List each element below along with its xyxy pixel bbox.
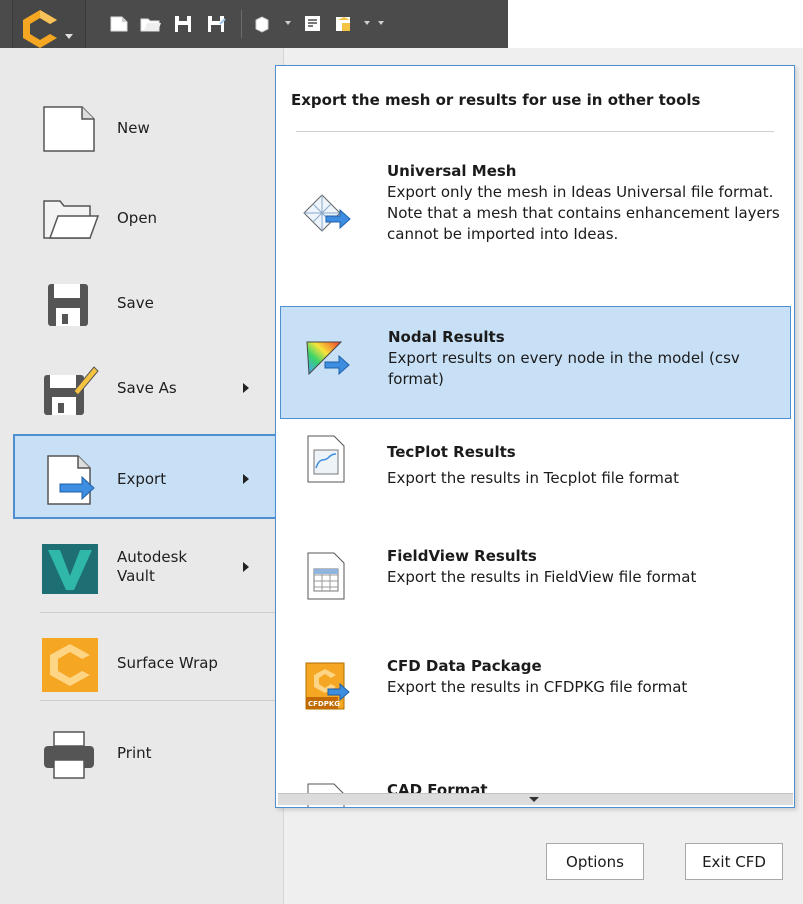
menu-item-new[interactable]: New xyxy=(0,85,283,170)
select-icon[interactable] xyxy=(301,12,325,36)
nodal-results-icon xyxy=(306,341,350,376)
tecplot-icon xyxy=(307,435,345,483)
customize-icon[interactable] xyxy=(378,21,384,25)
floppy-disk-icon xyxy=(48,284,88,326)
application-window: New Open Save Save As Export Autodesk Va… xyxy=(0,0,803,904)
printer-icon xyxy=(44,731,94,779)
quick-access-toolbar xyxy=(0,0,508,90)
cfdpkg-icon: CFDPKG xyxy=(305,662,350,710)
display-icon[interactable] xyxy=(332,12,356,36)
file-menu: New Open Save Save As Export Autodesk Va… xyxy=(0,48,283,904)
export-item-title: CFD Data Package xyxy=(387,657,542,675)
flyout-divider xyxy=(296,131,774,132)
export-universal-mesh[interactable]: Universal Mesh Export only the mesh in I… xyxy=(280,146,791,286)
exit-cfd-button[interactable]: Exit CFD xyxy=(685,843,783,880)
menu-item-autodesk-vault[interactable]: Autodesk Vault xyxy=(0,524,283,609)
cfdpkg-icon-text: CFDPKG xyxy=(308,700,340,708)
export-item-description: Export only the mesh in Ideas Universal … xyxy=(387,183,780,243)
export-item-description: Export the results in CFDPKG file format xyxy=(387,678,688,696)
menu-item-label: Print xyxy=(117,743,152,762)
export-item-description: Export results on every node in the mode… xyxy=(388,349,740,388)
menu-item-save[interactable]: Save xyxy=(0,260,283,345)
menu-item-export[interactable]: Export xyxy=(13,434,283,519)
folder-icon xyxy=(43,200,100,239)
options-button[interactable]: Options xyxy=(546,843,644,880)
toolbar-separator xyxy=(241,10,242,38)
submenu-arrow-icon xyxy=(243,383,249,393)
flyout-scroll-down[interactable] xyxy=(278,793,793,805)
app-menu-caret-icon xyxy=(65,34,73,39)
new-icon[interactable] xyxy=(107,12,131,36)
cfd-logo-icon xyxy=(42,638,98,692)
new-document-icon xyxy=(43,106,95,152)
menu-item-label: Export xyxy=(117,469,167,488)
export-item-text: Nodal Results Export results on every no… xyxy=(388,327,780,390)
menu-item-print[interactable]: Print xyxy=(0,710,283,795)
menu-item-label: Autodesk Vault xyxy=(117,547,188,585)
mesh-export-icon xyxy=(303,194,351,232)
export-item-description: Export the results in FieldView file for… xyxy=(387,568,697,586)
display-dropdown-icon[interactable] xyxy=(364,21,370,25)
export-item-text: TecPlot Results Export the results in Te… xyxy=(387,442,781,489)
menu-divider xyxy=(40,612,283,613)
fieldview-icon xyxy=(307,552,345,600)
save-as-icon xyxy=(44,366,99,415)
save-as-icon[interactable] xyxy=(204,12,228,36)
scroll-down-arrow-icon xyxy=(529,797,539,802)
menu-item-save-as[interactable]: Save As xyxy=(0,345,283,430)
export-item-description: Export the results in Tecplot file forma… xyxy=(387,469,679,487)
export-item-title: Nodal Results xyxy=(388,328,505,346)
open-icon[interactable] xyxy=(138,12,162,36)
export-item-text: FieldView Results Export the results in … xyxy=(387,546,781,588)
export-cfd-data-package[interactable]: CFDPKG CFD Data Package Export the resul… xyxy=(280,641,791,741)
view-cube-icon[interactable] xyxy=(250,12,274,36)
export-tecplot-results[interactable]: TecPlot Results Export the results in Te… xyxy=(280,424,791,524)
menu-item-surface-wrap[interactable]: Surface Wrap xyxy=(0,620,283,705)
export-item-title: TecPlot Results xyxy=(387,443,516,461)
menu-item-label: Save xyxy=(117,293,154,312)
cfd-logo-icon xyxy=(23,10,57,48)
export-item-text: CFD Data Package Export the results in C… xyxy=(387,656,781,698)
menu-divider xyxy=(40,700,283,701)
save-icon[interactable] xyxy=(171,12,195,36)
submenu-arrow-icon xyxy=(243,562,249,572)
menu-item-label: New xyxy=(117,118,150,137)
menu-item-label: Surface Wrap xyxy=(117,653,218,672)
export-item-title: Universal Mesh xyxy=(387,162,517,180)
view-cube-dropdown-icon[interactable] xyxy=(285,21,291,25)
export-item-text: Universal Mesh Export only the mesh in I… xyxy=(387,161,781,245)
vault-icon xyxy=(42,544,98,594)
menu-item-label: Open xyxy=(117,208,158,227)
menu-item-label: Save As xyxy=(117,378,177,397)
submenu-arrow-icon xyxy=(243,474,249,484)
export-fieldview-results[interactable]: FieldView Results Export the results in … xyxy=(280,531,791,631)
export-nodal-results[interactable]: Nodal Results Export results on every no… xyxy=(280,306,791,419)
flyout-header: Export the mesh or results for use in ot… xyxy=(291,91,701,109)
export-item-title: FieldView Results xyxy=(387,547,537,565)
export-icon xyxy=(47,455,95,505)
export-flyout: Export the mesh or results for use in ot… xyxy=(275,65,795,808)
menu-item-open[interactable]: Open xyxy=(0,175,283,260)
